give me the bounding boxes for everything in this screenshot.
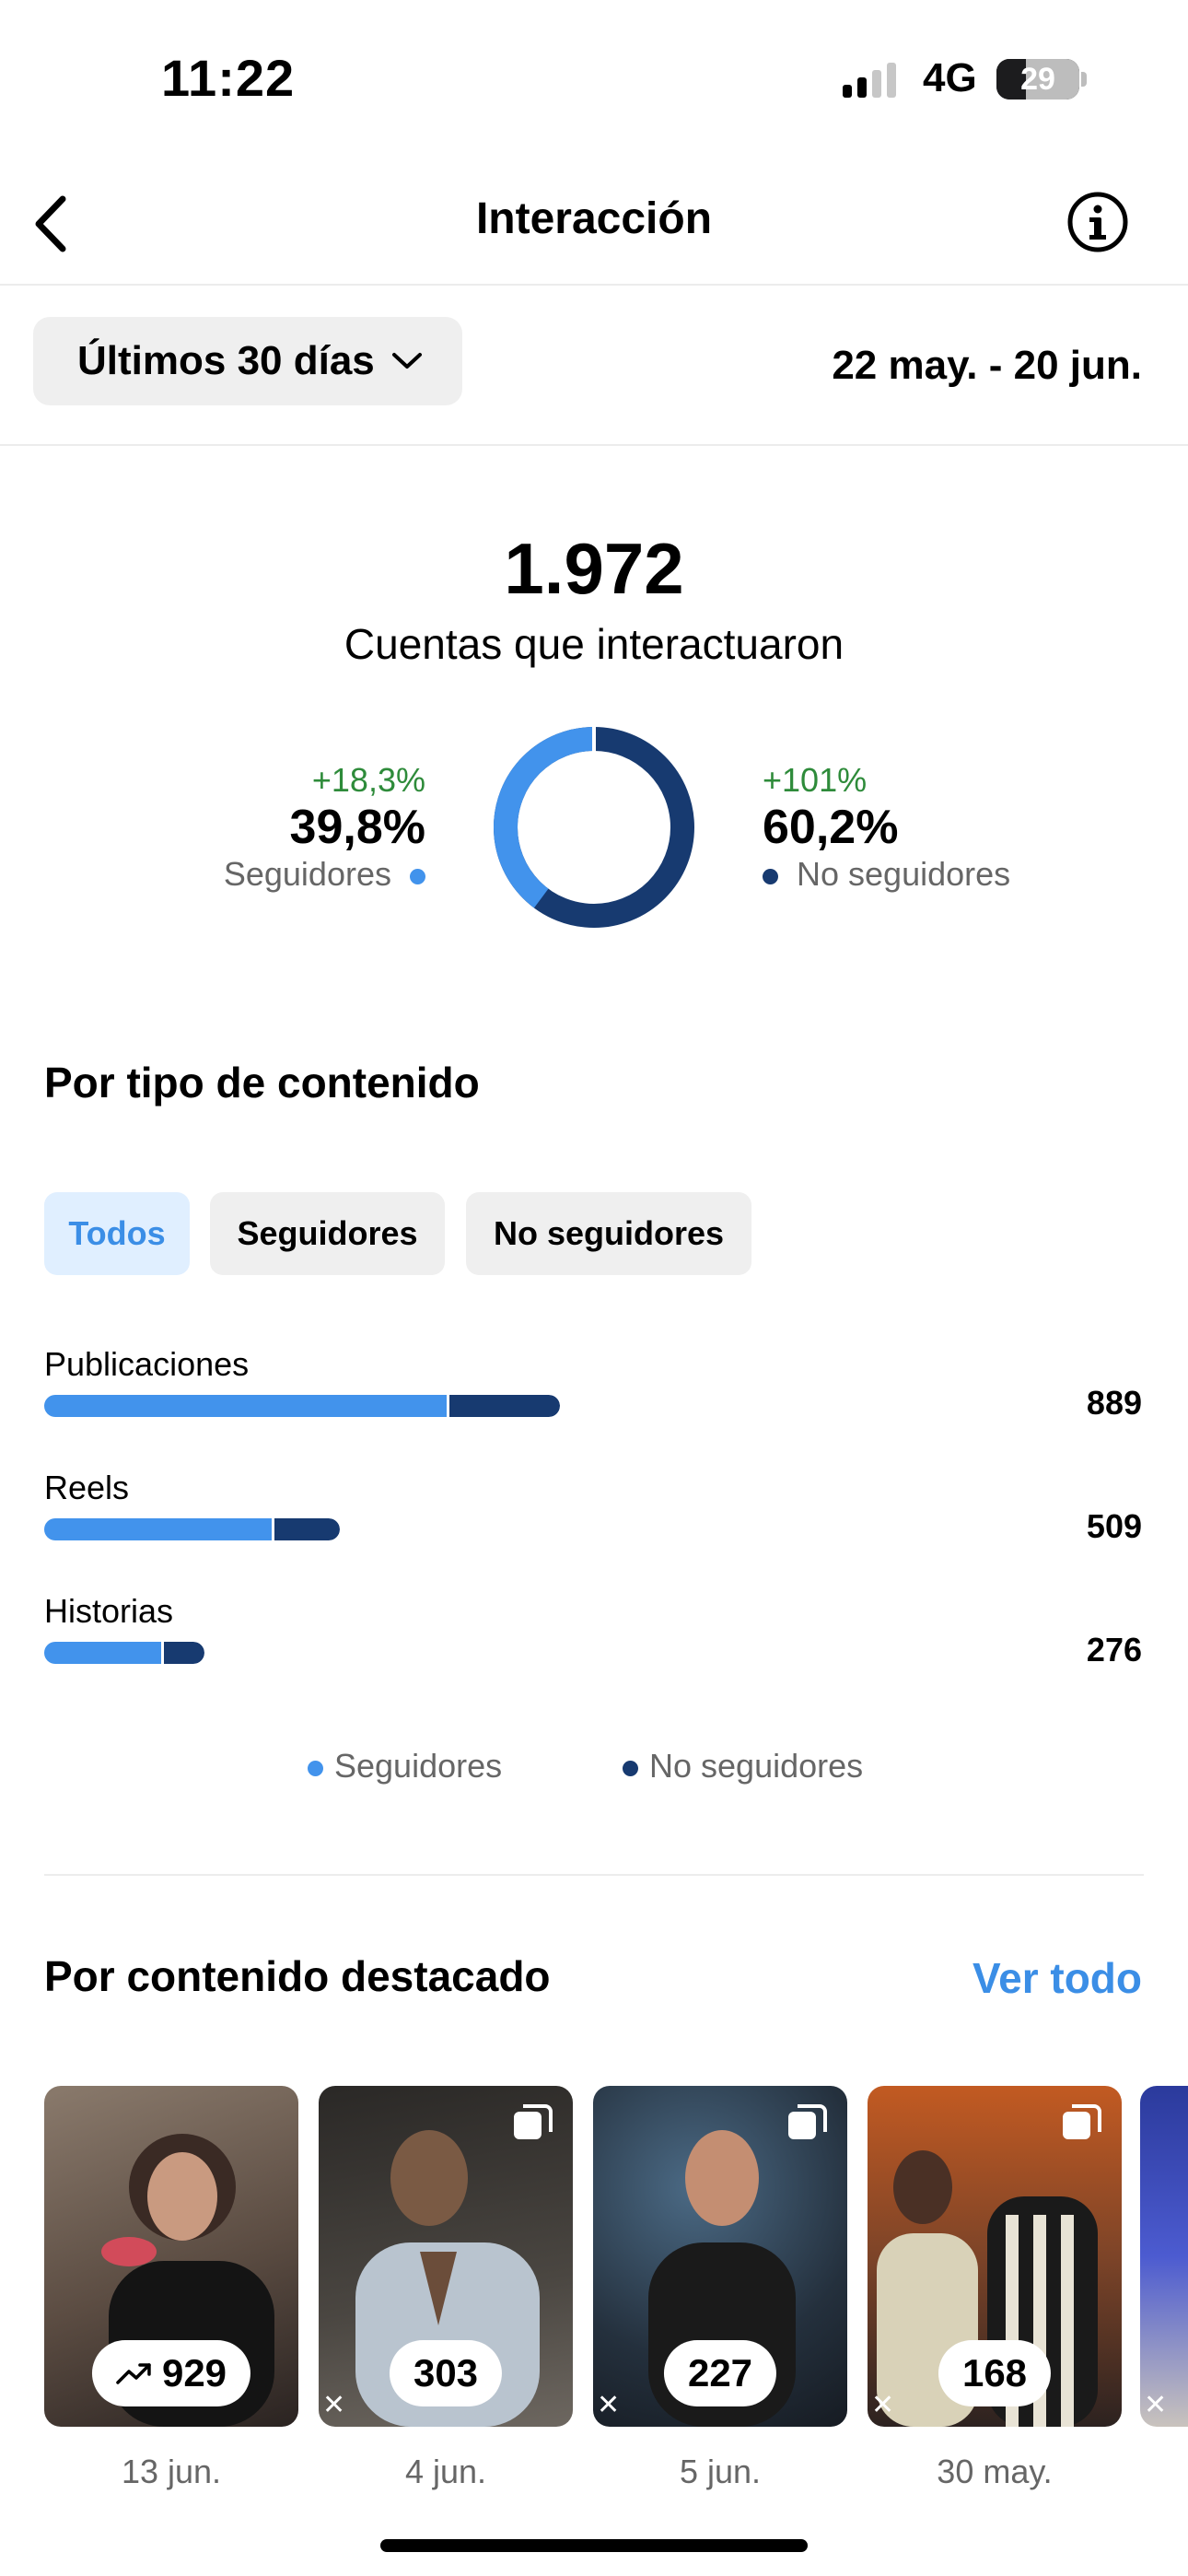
bar-segment-non-followers xyxy=(272,1518,340,1540)
battery-level: 29 xyxy=(1020,62,1055,97)
chip-all[interactable]: Todos xyxy=(44,1192,190,1275)
carousel-icon xyxy=(788,2104,827,2139)
legend-dot-followers xyxy=(308,1760,323,1776)
bar-stories xyxy=(44,1642,204,1664)
trending-up-icon xyxy=(116,2363,151,2384)
page-title: Interacción xyxy=(475,194,713,243)
carousel-icon xyxy=(514,2104,553,2139)
featured-date-2: 4 jun. xyxy=(404,2453,487,2490)
featured-date-4: 30 may. xyxy=(937,2453,1053,2490)
followers-donut-chart xyxy=(494,726,694,928)
legend-non-followers: No seguidores xyxy=(623,1747,863,1786)
chip-non-followers[interactable]: No seguidores xyxy=(466,1192,751,1275)
bar-posts xyxy=(44,1395,560,1417)
followers-label: Seguidores xyxy=(223,855,391,893)
home-indicator xyxy=(380,2539,808,2552)
followers-dot xyxy=(410,868,425,884)
featured-post-2[interactable]: 303 ✕ xyxy=(319,2086,573,2427)
period-dropdown[interactable]: Últimos 30 días xyxy=(33,317,462,405)
legend-dot-non-followers xyxy=(623,1760,638,1776)
chevron-down-icon xyxy=(391,353,422,369)
network-type: 4G xyxy=(923,55,977,100)
content-type-title: Por tipo de contenido xyxy=(44,1059,480,1107)
accounts-engaged-label: Cuentas que interactuaron xyxy=(344,620,844,668)
bar-label-reels: Reels xyxy=(44,1469,130,1506)
legend-label-followers: Seguidores xyxy=(334,1747,503,1785)
chip-followers[interactable]: Seguidores xyxy=(210,1192,445,1275)
divider xyxy=(44,1874,1144,1876)
bar-segment-non-followers xyxy=(161,1642,204,1664)
followers-percent: 39,8% xyxy=(289,801,425,854)
bar-segment-followers xyxy=(44,1395,447,1417)
period-label: Últimos 30 días xyxy=(77,338,375,383)
date-range: 22 may. - 20 jun. xyxy=(832,343,1142,388)
legend-label-non-followers: No seguidores xyxy=(649,1747,864,1785)
bar-segment-followers xyxy=(44,1642,161,1664)
bar-label-stories: Historias xyxy=(44,1592,174,1630)
bar-segment-followers xyxy=(44,1518,272,1540)
engagement-count-value: 227 xyxy=(687,2351,753,2395)
featured-post-3[interactable]: 227 ✕ xyxy=(593,2086,847,2427)
bar-value-stories: 276 xyxy=(1086,1631,1142,1669)
engagement-count: 303 xyxy=(389,2340,503,2406)
engagement-count-value: 168 xyxy=(961,2351,1028,2395)
non-followers-percent: 60,2% xyxy=(763,801,899,854)
close-icon: ✕ xyxy=(322,2390,346,2420)
bar-reels xyxy=(44,1518,340,1540)
bar-value-reels: 509 xyxy=(1086,1507,1142,1545)
non-followers-stat: +101% 60,2% No seguidores xyxy=(763,761,1010,894)
engagement-count-value: 303 xyxy=(413,2351,479,2395)
engagement-count: 168 xyxy=(938,2340,1052,2406)
cellular-signal-icon xyxy=(843,63,896,98)
non-followers-dot xyxy=(763,868,778,884)
featured-date-3: 5 jun. xyxy=(679,2453,762,2490)
featured-date-1: 13 jun. xyxy=(121,2453,222,2490)
divider xyxy=(0,444,1188,446)
featured-post-4[interactable]: 168 ✕ xyxy=(868,2086,1122,2427)
see-all-link[interactable]: Ver todo xyxy=(973,1953,1142,2003)
followers-delta: +18,3% xyxy=(311,761,425,799)
divider xyxy=(0,284,1188,286)
featured-post-5-partial[interactable]: ✕ xyxy=(1140,2086,1188,2427)
bar-label-posts: Publicaciones xyxy=(44,1345,250,1383)
info-icon[interactable] xyxy=(1066,191,1129,253)
non-followers-delta: +101% xyxy=(763,761,868,799)
engagement-count: 929 xyxy=(91,2340,251,2406)
bar-segment-non-followers xyxy=(447,1395,560,1417)
bar-value-posts: 889 xyxy=(1086,1384,1142,1422)
status-time: 11:22 xyxy=(161,49,296,107)
engagement-count: 227 xyxy=(663,2340,777,2406)
close-icon: ✕ xyxy=(1144,2390,1168,2420)
featured-title: Por contenido destacado xyxy=(44,1952,551,2000)
carousel-icon xyxy=(1063,2104,1101,2139)
legend-followers: Seguidores xyxy=(308,1747,502,1786)
battery-tip xyxy=(1081,72,1087,87)
followers-stat: +18,3% 39,8% Seguidores xyxy=(224,761,425,894)
engagement-count-value: 929 xyxy=(161,2351,227,2395)
close-icon: ✕ xyxy=(597,2390,621,2420)
featured-post-1[interactable]: 929 xyxy=(44,2086,298,2427)
non-followers-label: No seguidores xyxy=(797,855,1011,893)
close-icon: ✕ xyxy=(871,2390,895,2420)
accounts-engaged-total: 1.972 xyxy=(504,528,684,609)
